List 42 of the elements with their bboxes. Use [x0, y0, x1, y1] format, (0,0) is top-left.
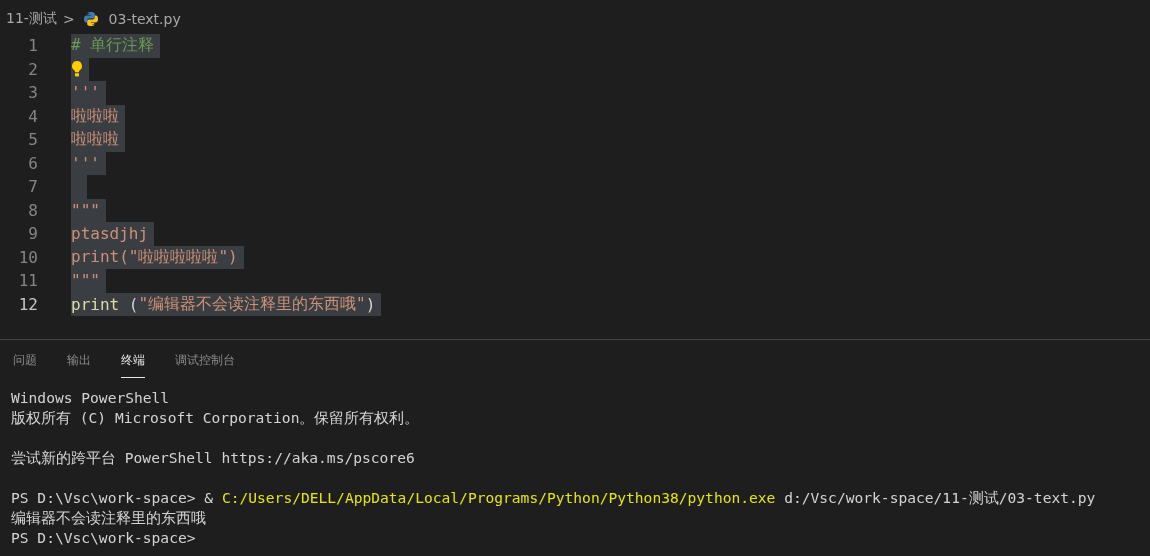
line-number: 9	[27, 224, 38, 244]
line-number: 6	[27, 153, 38, 173]
panel-tab[interactable]: 输出	[67, 352, 91, 378]
terminal-text: 版权所有 (C) Microsoft Corporation。保留所有权利。	[11, 409, 420, 426]
code-text: print("啦啦啦啦啦")	[71, 246, 238, 268]
line-number: 7	[27, 177, 38, 197]
line-number: 2	[27, 59, 38, 79]
code-text: ptasdjhj	[71, 224, 149, 244]
line-number: 5	[27, 130, 38, 150]
code-text: print	[71, 294, 120, 314]
python-file-icon	[82, 11, 99, 27]
code-text: """	[71, 271, 100, 291]
code-text: 啦啦啦	[71, 129, 119, 151]
line-number: 10	[17, 247, 38, 267]
code-text: )	[365, 294, 376, 314]
code-text: "编辑器不会读注释里的东西哦"	[138, 293, 366, 315]
terminal-text: 尝试新的跨平台 PowerShell https://aka.ms/pscore6	[11, 449, 415, 466]
code-text: # 单行注释	[71, 35, 155, 57]
breadcrumb-file[interactable]: 03-text.py	[108, 11, 181, 27]
lightbulb-icon[interactable]	[71, 60, 83, 79]
breadcrumb-separator: >	[62, 11, 75, 27]
line-number: 12	[17, 294, 38, 314]
breadcrumb-folder[interactable]: 11-测试	[6, 10, 57, 28]
terminal-text: PS D:\Vsc\work-space> &	[11, 489, 215, 506]
terminal-text: C:/Users/DELL/AppData/Local/Programs/Python/Python38/python.exe	[221, 489, 776, 506]
line-number: 3	[27, 83, 38, 103]
panel-tab[interactable]: 终端	[121, 352, 145, 378]
line-number: 4	[27, 106, 38, 126]
panel-tab[interactable]: 调试控制台	[175, 352, 235, 378]
terminal-text: d:/Vsc/work-space/11-测试/03-text.py	[783, 489, 1096, 506]
code-text: (	[127, 294, 139, 314]
code-text: '''	[71, 83, 100, 103]
panel-tab[interactable]: 问题	[13, 352, 37, 378]
line-number: 1	[27, 36, 38, 56]
code-text: 啦啦啦	[71, 105, 119, 127]
code-text: '''	[71, 153, 100, 173]
terminal-text: 编辑器不会读注释里的东西哦	[11, 509, 206, 526]
code-text: """	[71, 200, 100, 220]
line-number: 8	[27, 200, 38, 220]
terminal-text: Windows PowerShell	[11, 389, 170, 406]
terminal-text: PS D:\Vsc\work-space>	[11, 529, 196, 546]
line-number: 11	[17, 271, 38, 291]
